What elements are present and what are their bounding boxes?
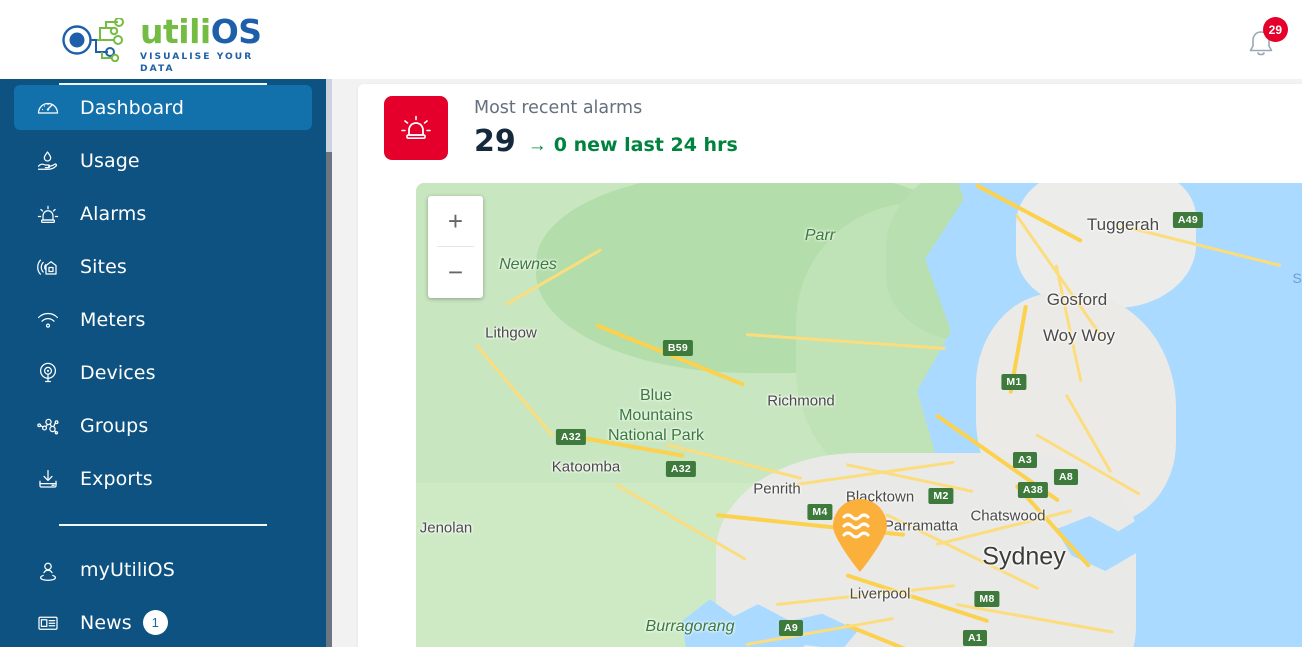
main-sidebar: Dashboard Usage Alarms Sites Meters Devices Gr… [0,79,326,647]
map-road-shield: A49 [1172,212,1204,228]
alarm-new-last-24hrs: 0 new last 24 hrs [553,134,738,156]
map-road-shield: B59 [662,340,694,356]
device-broadcast-icon [28,360,68,386]
logo-wordmark: utiliOS VISUALISE YOUR DATA [140,14,262,75]
logo-word-green: utili [140,12,211,51]
sidebar-item-exports[interactable]: Exports [14,456,312,501]
map-road-shield: M2 [928,488,954,504]
alarm-count: 29 [474,124,516,159]
sidebar-item-sites[interactable]: Sites [14,244,312,289]
notifications-button[interactable]: 29 [1242,17,1288,63]
logo-word-blue: OS [210,12,262,51]
sidebar-item-news[interactable]: News 1 [14,600,312,645]
sidebar-divider-middle [59,524,267,526]
sidebar-secondary-list: myUtiliOS News 1 [0,547,326,645]
sidebar-item-devices[interactable]: Devices [14,350,312,395]
alarm-summary-stats: 29 → 0 new last 24 hrs [474,124,738,159]
map-zoom-controls: + − [428,196,483,298]
sidebar-item-label: Meters [80,308,146,331]
sidebar-primary-list: Dashboard Usage Alarms Sites Meters Devices Gr… [0,85,326,501]
logo-tagline: VISUALISE YOUR DATA [140,52,254,74]
site-signal-house-icon [28,254,68,280]
dashboard-card: Most recent alarms 29 → 0 new last 24 hr… [358,84,1302,647]
sidebar-item-label: Dashboard [80,96,184,119]
map-road-shield: A32 [555,429,587,445]
user-location-icon [28,557,68,583]
wifi-meter-icon [28,307,68,333]
sidebar-item-alarms[interactable]: Alarms [14,191,312,236]
sidebar-item-label: News [80,611,132,634]
alarm-siren-tile [384,96,448,160]
sidebar-item-label: Sites [80,255,127,278]
alarm-siren-icon [401,115,431,140]
arrow-right-icon: → [527,135,547,156]
app-logo[interactable]: utiliOS VISUALISE YOUR DATA [62,14,262,74]
most-recent-alarms-summary: Most recent alarms 29 → 0 new last 24 hr… [384,96,738,160]
water-site-map-pin-icon[interactable] [829,498,891,578]
app-root: utiliOS VISUALISE YOUR DATA 29 Dashboard… [0,0,1302,647]
newspaper-icon [28,610,68,636]
map-road-shield: M8 [974,591,1000,607]
export-download-icon [28,466,68,492]
sidebar-item-label: Groups [80,414,149,437]
sidebar-item-meters[interactable]: Meters [14,297,312,342]
sidebar-item-badge: 1 [142,610,168,635]
utilios-network-logo-icon [62,17,134,67]
map-road-shield: A8 [1053,469,1079,485]
sidebar-item-label: Exports [80,467,153,490]
map-road-shield: A1 [962,630,988,646]
groups-nodes-icon [28,413,68,439]
alarm-siren-icon [28,201,68,227]
map-road-shield: A38 [1017,482,1049,498]
sites-map[interactable]: Newnes Parr Tuggerah Gosford Woy Woy Lithgow R… [416,183,1302,647]
top-header-bar: utiliOS VISUALISE YOUR DATA 29 [0,0,1302,79]
sidebar-item-dashboard[interactable]: Dashboard [14,85,312,130]
map-road-shield: A3 [1012,452,1038,468]
sidebar-item-myutilios[interactable]: myUtiliOS [14,547,312,592]
map-zoom-out-button[interactable]: − [428,247,483,297]
notifications-badge: 29 [1262,17,1288,42]
map-zoom-in-button[interactable]: + [428,196,483,246]
map-road-shield: A32 [665,461,697,477]
map-urban-north [1016,183,1196,308]
alarm-summary-text: Most recent alarms 29 → 0 new last 24 hr… [474,97,738,159]
sidebar-item-groups[interactable]: Groups [14,403,312,448]
main-content: Most recent alarms 29 → 0 new last 24 hr… [332,79,1302,647]
sidebar-item-label: myUtiliOS [80,558,175,581]
map-road-shield: A9 [778,620,804,636]
sidebar-item-label: Usage [80,149,140,172]
map-road-shield: M1 [1001,374,1027,390]
sidebar-item-label: Devices [80,361,156,384]
gauge-icon [28,95,68,121]
alarm-summary-title: Most recent alarms [474,98,643,118]
map-canvas: Newnes Parr Tuggerah Gosford Woy Woy Lithgow R… [416,183,1302,647]
water-drop-hand-icon [28,148,68,174]
sidebar-item-label: Alarms [80,202,147,225]
sidebar-scrollbar-thumb[interactable] [326,79,332,152]
sidebar-scrollbar-track[interactable] [326,79,332,647]
sidebar-item-usage[interactable]: Usage [14,138,312,183]
